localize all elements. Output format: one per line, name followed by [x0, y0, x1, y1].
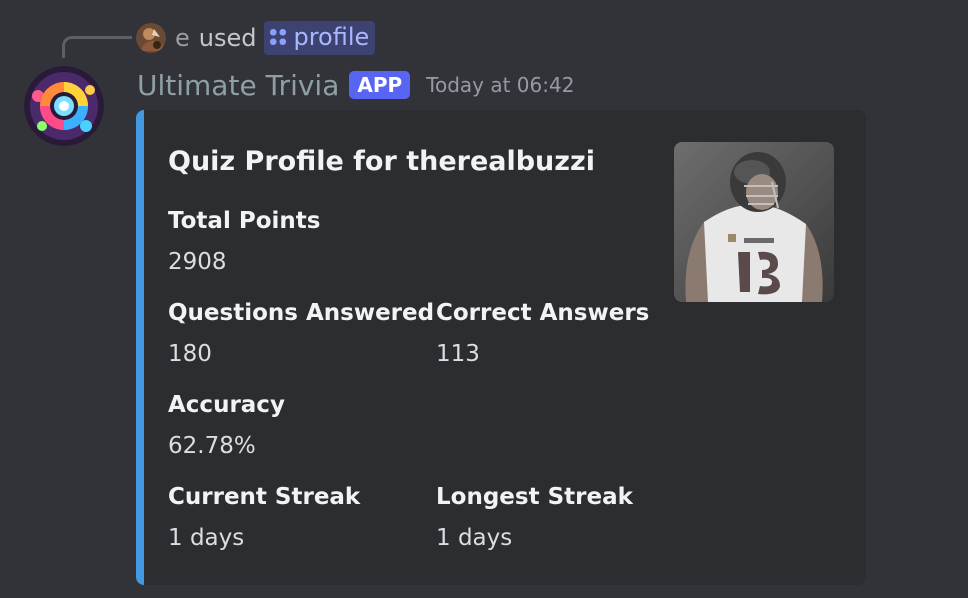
- field-value: 113: [436, 341, 480, 367]
- chat-message: e used profile Ultimate Trivia APP Today…: [0, 0, 968, 598]
- field-current-streak: Current Streak 1 days: [168, 480, 360, 558]
- field-name: Accuracy: [168, 392, 285, 418]
- embed-accent-bar: [136, 110, 144, 585]
- reply-used-text: used: [198, 24, 257, 52]
- app-badge: APP: [349, 71, 411, 99]
- embed-thumbnail[interactable]: [674, 142, 834, 302]
- message-header: Ultimate Trivia APP Today at 06:42: [137, 66, 574, 104]
- author-name[interactable]: Ultimate Trivia: [137, 69, 339, 102]
- field-value: 1 days: [436, 525, 513, 551]
- field-total-points: Total Points 2908: [168, 204, 320, 282]
- message-timestamp[interactable]: Today at 06:42: [426, 73, 574, 97]
- reply-username[interactable]: e: [175, 24, 190, 52]
- reply-spine: [62, 36, 132, 58]
- command-reply-line: e used profile: [136, 20, 376, 56]
- bot-avatar[interactable]: [24, 66, 104, 146]
- field-correct-answers: Correct Answers 113: [436, 296, 649, 374]
- user-avatar[interactable]: [136, 23, 166, 53]
- field-longest-streak: Longest Streak 1 days: [436, 480, 633, 558]
- field-value: 62.78%: [168, 433, 256, 459]
- field-name: Current Streak: [168, 484, 361, 510]
- command-chip[interactable]: profile: [264, 21, 376, 55]
- field-value: 1 days: [168, 525, 245, 551]
- slash-command-icon: [270, 29, 287, 45]
- field-accuracy: Accuracy 62.78%: [168, 388, 285, 466]
- field-name: Questions Answered: [168, 300, 435, 326]
- field-name: Correct Answers: [436, 300, 650, 326]
- player-photo-icon: [674, 142, 834, 302]
- field-name: Total Points: [168, 208, 321, 234]
- embed-title: Quiz Profile for therealbuzzi: [168, 146, 595, 177]
- field-value: 2908: [168, 249, 227, 275]
- profile-embed: Quiz Profile for therealbuzzi Total Poin…: [136, 110, 866, 585]
- field-value: 180: [168, 341, 212, 367]
- field-questions-answered: Questions Answered 180: [168, 296, 434, 374]
- field-name: Longest Streak: [436, 484, 633, 510]
- command-name: profile: [293, 23, 370, 51]
